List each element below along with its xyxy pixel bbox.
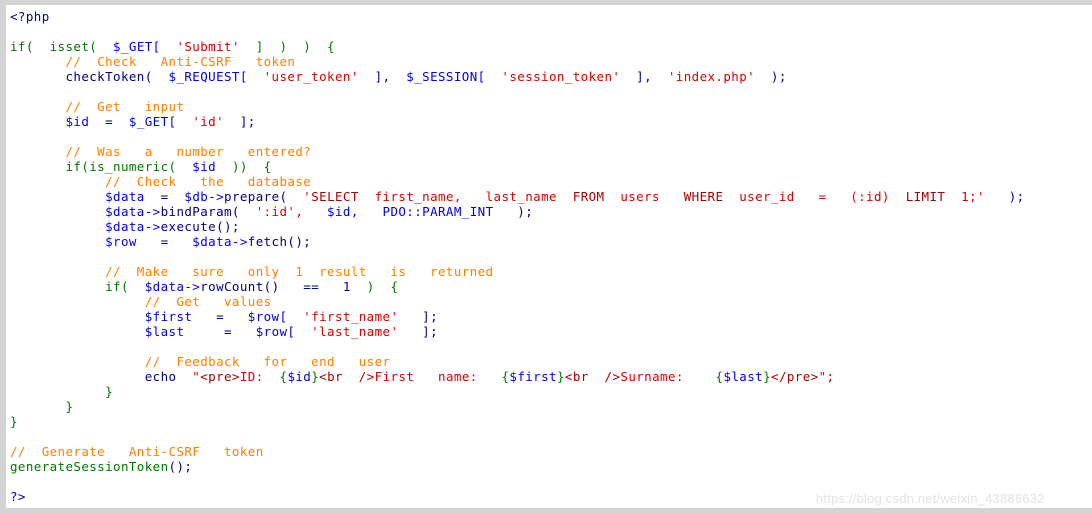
code-line: $last = $row[ 'last_name' ];	[10, 324, 439, 339]
code-line: // Check the database	[10, 174, 312, 189]
code-line: $data->execute();	[10, 219, 240, 234]
code-line: }	[10, 384, 114, 399]
code-line: $data->bindParam( ':id', $id, PDO::PARAM…	[10, 204, 534, 219]
code-line: // Get input	[10, 99, 185, 114]
code-line: }	[10, 399, 74, 414]
code-line: // Get values	[10, 294, 272, 309]
code-line: $first = $row[ 'first_name' ];	[10, 309, 439, 324]
code-line: // Make sure only 1 result is returned	[10, 264, 494, 279]
code-line: // Check Anti-CSRF token	[10, 54, 296, 69]
code-line: // Feedback for end user	[10, 354, 391, 369]
code-line: }	[10, 414, 18, 429]
code-line: if(is_numeric( $id )) {	[10, 159, 272, 174]
code-line: if( $data->rowCount() == 1 ) {	[10, 279, 399, 294]
code-viewer[interactable]: <?php if( isset( $_GET[ 'Submit' ] ) ) {…	[0, 5, 1092, 508]
code-line: checkToken( $_REQUEST[ 'user_token' ], $…	[10, 69, 787, 84]
code-line: // Generate Anti-CSRF token	[10, 444, 264, 459]
code-line: $row = $data->fetch();	[10, 234, 312, 249]
screenshot-frame: <?php if( isset( $_GET[ 'Submit' ] ) ) {…	[0, 0, 1092, 513]
code-line: <?php	[10, 9, 50, 24]
csdn-watermark: https://blog.csdn.net/weixin_43886632	[816, 491, 1045, 506]
code-line: $id = $_GET[ 'id' ];	[10, 114, 256, 129]
code-line: generateSessionToken();	[10, 459, 193, 474]
code-listing: <?php if( isset( $_GET[ 'Submit' ] ) ) {…	[6, 5, 1092, 504]
code-line: if( isset( $_GET[ 'Submit' ] ) ) {	[10, 39, 335, 54]
code-line: echo "<pre>ID: {$id}<br />First name: {$…	[10, 369, 835, 384]
code-line: $data = $db->prepare( 'SELECT first_name…	[10, 189, 1025, 204]
code-line: // Was a number entered?	[10, 144, 312, 159]
